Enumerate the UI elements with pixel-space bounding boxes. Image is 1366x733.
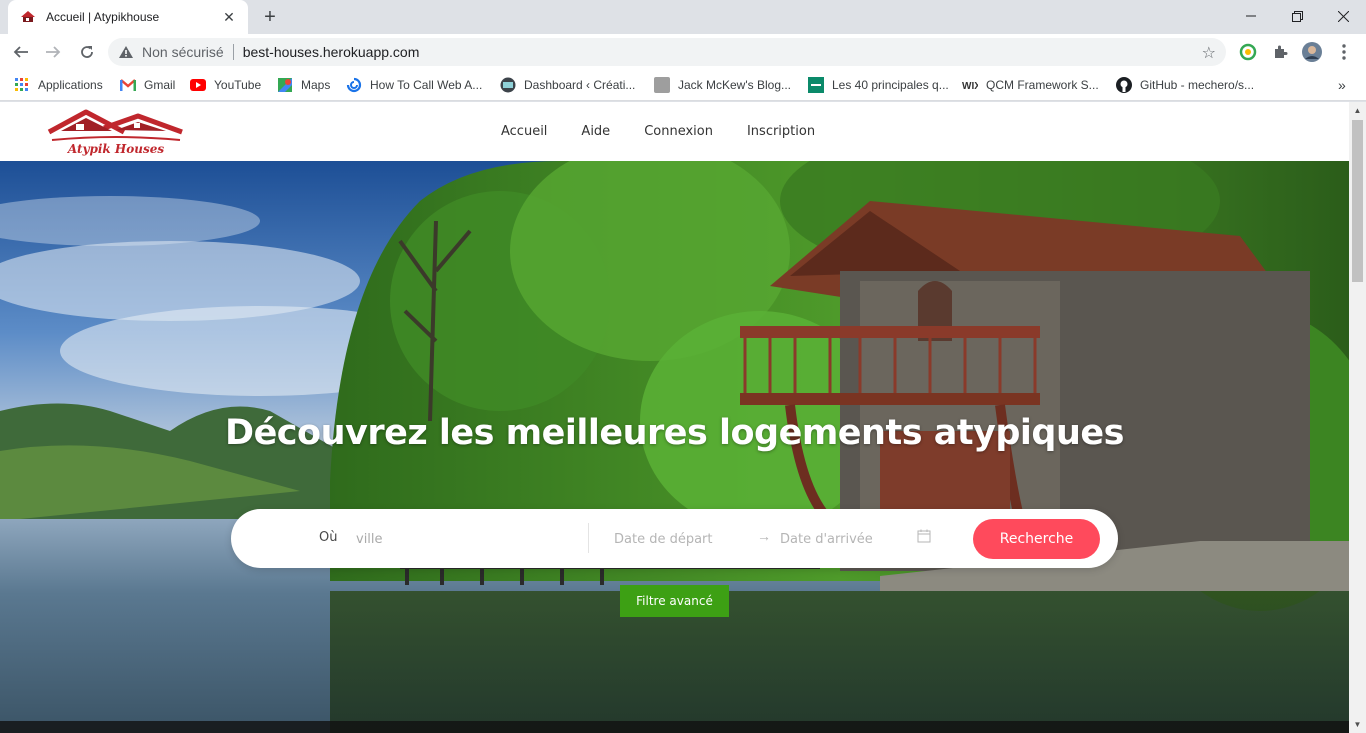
svg-text:WIX: WIX (962, 81, 978, 91)
new-tab-icon[interactable]: + (258, 6, 282, 28)
bookmark-label: Maps (301, 78, 331, 92)
list-icon (808, 77, 824, 93)
warning-icon[interactable] (118, 44, 134, 60)
divider (232, 44, 234, 60)
bookmark-label: Les 40 principales q... (832, 78, 949, 92)
arrow-right-icon: → (757, 528, 771, 544)
nav-accueil[interactable]: Accueil (484, 124, 564, 139)
tab-title: Accueil | Atypikhouse (46, 10, 160, 24)
close-window-icon[interactable] (1320, 0, 1366, 32)
search-button[interactable]: Recherche (973, 519, 1100, 559)
back-icon[interactable] (8, 40, 34, 64)
minimize-icon[interactable] (1228, 0, 1274, 32)
nav-aide[interactable]: Aide (564, 124, 627, 139)
security-label[interactable]: Non sécurisé (142, 44, 224, 60)
logo-text: Atypik Houses (67, 142, 165, 156)
scroll-down-icon[interactable]: ▼ (1349, 716, 1366, 733)
wix-icon: WIX (962, 77, 978, 93)
bookmark-label: How To Call Web A... (370, 78, 483, 92)
bookmark-star-icon[interactable]: ☆ (1202, 43, 1216, 63)
browser-toolbar: Non sécurisé best-houses.herokuapp.com ☆ (0, 34, 1366, 70)
scroll-up-icon[interactable]: ▲ (1349, 102, 1366, 119)
city-input[interactable] (356, 525, 576, 553)
forward-icon[interactable] (40, 40, 66, 64)
end-date-input[interactable] (780, 525, 910, 553)
bookmark-label: GitHub - mechero/s... (1140, 78, 1255, 92)
youtube-icon (190, 77, 206, 93)
nav-connexion[interactable]: Connexion (627, 124, 730, 139)
url-text[interactable]: best-houses.herokuapp.com (243, 44, 420, 60)
browser-tab[interactable]: Accueil | Atypikhouse ✕ (8, 0, 248, 34)
gmail-icon (120, 77, 136, 93)
extension-color-icon[interactable] (1238, 42, 1258, 62)
bookmark-github[interactable]: GitHub - mechero/s... (1116, 76, 1254, 94)
restore-icon[interactable] (1274, 0, 1320, 32)
hero-headline: Découvrez les meilleures logements atypi… (225, 413, 1124, 453)
main-nav: Accueil Aide Connexion Inscription (484, 102, 832, 161)
where-label: Où (319, 530, 338, 545)
maps-icon (277, 77, 293, 93)
apps-grid-icon (14, 77, 30, 93)
more-bookmarks-icon[interactable]: » (1338, 76, 1346, 94)
site-favicon-icon (20, 9, 36, 25)
bookmark-applications[interactable]: Applications (14, 76, 103, 94)
bookmark-maps[interactable]: Maps (277, 76, 330, 94)
search-bar: Où → Recherche (231, 509, 1118, 568)
scrollbar-thumb[interactable] (1352, 120, 1363, 282)
bookmark-les-40[interactable]: Les 40 principales q... (808, 76, 949, 94)
bookmarks-bar: Applications Gmail YouTube Maps How To C… (0, 70, 1366, 101)
bookmark-dashboard[interactable]: Dashboard ‹ Créati... (500, 76, 635, 94)
start-date-input[interactable] (614, 525, 744, 553)
divider (588, 523, 589, 553)
calendar-icon[interactable] (917, 529, 933, 545)
bookmark-label: Dashboard ‹ Créati... (524, 78, 636, 92)
page-viewport: Atypik Houses Accueil Aide Connexion Ins… (0, 102, 1349, 733)
advanced-filter-button[interactable]: Filtre avancé (620, 585, 729, 617)
bookmark-label: QCM Framework S... (986, 78, 1099, 92)
nav-inscription[interactable]: Inscription (730, 124, 832, 139)
tab-strip: Accueil | Atypikhouse ✕ + (0, 0, 1366, 34)
blog-icon (654, 77, 670, 93)
site-logo[interactable]: Atypik Houses (16, 104, 216, 161)
profile-avatar[interactable] (1302, 42, 1322, 62)
dashboard-icon (500, 77, 516, 93)
bookmark-label: Gmail (144, 78, 176, 92)
swirl-icon (346, 77, 362, 93)
bookmark-qcm[interactable]: WIX QCM Framework S... (962, 76, 1099, 94)
hero-section: Découvrez les meilleures logements atypi… (0, 161, 1349, 733)
bookmark-how-to-call[interactable]: How To Call Web A... (346, 76, 482, 94)
bookmark-youtube[interactable]: YouTube (190, 76, 261, 94)
address-bar[interactable]: Non sécurisé best-houses.herokuapp.com ☆ (108, 38, 1226, 66)
github-icon (1116, 77, 1132, 93)
reload-icon[interactable] (74, 40, 100, 64)
bookmark-label: Jack McKew's Blog... (678, 78, 791, 92)
tab-close-icon[interactable]: ✕ (220, 8, 238, 26)
bookmark-label: Applications (38, 78, 103, 92)
site-header: Atypik Houses Accueil Aide Connexion Ins… (0, 102, 1349, 161)
bookmark-label: YouTube (214, 78, 262, 92)
menu-kebab-icon[interactable] (1334, 42, 1354, 62)
bookmark-gmail[interactable]: Gmail (120, 76, 175, 94)
extensions-puzzle-icon[interactable] (1270, 42, 1290, 62)
bookmark-jack-mckew[interactable]: Jack McKew's Blog... (654, 76, 791, 94)
page-scrollbar[interactable]: ▲ ▼ (1349, 102, 1366, 733)
